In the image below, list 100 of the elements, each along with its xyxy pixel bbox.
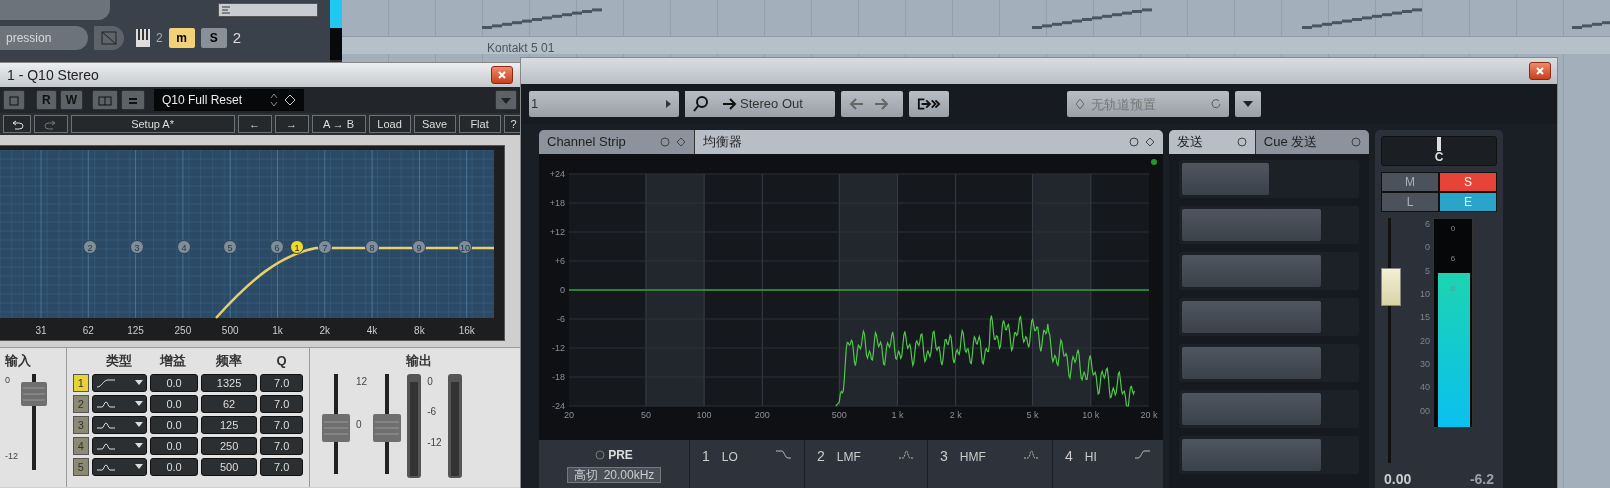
band-select-button[interactable]: 2	[73, 394, 89, 413]
y-axis-label: +12	[549, 227, 565, 237]
q-value[interactable]: 7.0	[260, 373, 303, 392]
channel-listen-button[interactable]: L	[1381, 192, 1439, 212]
filter-type-dropdown[interactable]	[91, 436, 148, 455]
band-number: 1	[702, 447, 710, 466]
gain-value[interactable]: 0.0	[150, 415, 198, 434]
channel-mute-button[interactable]: M	[1381, 172, 1439, 192]
cue-sends-tab[interactable]: Cue 发送	[1254, 130, 1369, 154]
filter-type-dropdown[interactable]	[91, 373, 148, 392]
band-select-button[interactable]: 5	[73, 457, 89, 476]
pan-control[interactable]: C	[1381, 136, 1497, 166]
dropdown-button[interactable]	[1235, 91, 1261, 117]
frequency-value[interactable]: 62	[200, 394, 258, 413]
band-name: LMF	[836, 449, 861, 466]
copy-icon	[9, 95, 19, 106]
diamond-icon	[1075, 98, 1085, 110]
status-led	[1151, 159, 1157, 165]
toolbar-button[interactable]: Flat	[458, 115, 501, 133]
filter-type-dropdown[interactable]	[91, 415, 148, 434]
sends-tab[interactable]: 发送	[1169, 130, 1255, 154]
field-label: 高切	[573, 468, 598, 482]
y-axis-label: +18	[549, 198, 565, 208]
toolbar-button[interactable]: A → B	[311, 115, 366, 133]
frequency-label: 31	[35, 325, 47, 336]
track-number: 2	[156, 30, 163, 47]
routing-value: 1	[531, 95, 540, 114]
y-axis-label: +6	[554, 256, 565, 266]
frequency-value[interactable]: 500	[200, 457, 258, 476]
q-value[interactable]: 7.0	[260, 457, 303, 476]
frequency-value[interactable]: 125	[200, 415, 258, 434]
track-icon[interactable]	[94, 26, 124, 50]
close-icon	[1536, 67, 1544, 75]
compare-button[interactable]	[92, 90, 118, 110]
channel-nav-buttons[interactable]	[841, 91, 903, 117]
pre-toggle[interactable]: PRE	[595, 446, 633, 464]
shelf-filter-icon	[775, 449, 792, 460]
band-name: HMF	[959, 449, 986, 466]
scale-label: -12	[5, 450, 18, 463]
preset-field[interactable]: 无轨道预置	[1067, 91, 1229, 117]
node-number: 9	[416, 242, 422, 253]
filter-type-dropdown[interactable]	[91, 457, 148, 476]
gain-value[interactable]: 0.0	[150, 457, 198, 476]
node-number: 8	[369, 242, 375, 253]
frequency-label: 8k	[414, 325, 425, 336]
scale-label: 5	[1424, 264, 1430, 278]
channel-solo-button[interactable]: S	[1439, 172, 1497, 192]
fader-thumb[interactable]	[1381, 267, 1401, 306]
routing-value: Stereo Out	[740, 95, 803, 114]
eq-tab[interactable]: 均衡器	[694, 130, 1163, 154]
output-routing-field[interactable]: Stereo Out	[715, 91, 835, 117]
caret-icon	[135, 401, 144, 406]
q-value[interactable]: 7.0	[260, 415, 303, 434]
frequency-value[interactable]: 1325	[200, 373, 258, 392]
high-cut-field[interactable]: 高切 20.00kHz	[566, 467, 662, 483]
solo-button[interactable]: S	[200, 28, 227, 48]
q-value[interactable]: 7.0	[260, 436, 303, 455]
column-header: 频率	[214, 352, 243, 370]
x-axis-label: 20	[564, 410, 574, 420]
y-axis-label: +24	[549, 169, 565, 179]
toolbar-button[interactable]: Load	[368, 115, 411, 133]
route-button[interactable]	[909, 91, 949, 117]
band-select-button[interactable]: 3	[73, 415, 89, 434]
node-number: 7	[322, 242, 328, 253]
list-field[interactable]	[218, 3, 318, 17]
undo-button[interactable]	[3, 115, 31, 133]
frequency-value[interactable]: 250	[200, 436, 258, 455]
x-axis-label: 2 k	[949, 410, 962, 420]
band-select-button[interactable]: 4	[73, 436, 89, 455]
reset-icon	[1211, 99, 1221, 109]
gain-value[interactable]: 0.0	[150, 436, 198, 455]
input-routing-field[interactable]: 1	[529, 91, 679, 117]
preset-field[interactable]: Q10 Full Reset	[154, 89, 304, 111]
close-button[interactable]	[1529, 62, 1551, 80]
mute-button[interactable]: m	[168, 28, 195, 48]
toolbar-button[interactable]: →	[274, 115, 309, 133]
toolbar-button[interactable]: ←	[237, 115, 272, 133]
caret-icon	[135, 422, 144, 427]
toolbar-button[interactable]: Save	[413, 115, 456, 133]
scale-label: -12	[427, 435, 442, 450]
toolbar-button[interactable]: ?	[503, 115, 523, 133]
scale-label: 00	[1419, 404, 1430, 418]
strip-tab[interactable]: Channel Strip	[539, 130, 694, 154]
band-select-button[interactable]: 1	[73, 373, 89, 392]
gain-value[interactable]: 0.0	[150, 394, 198, 413]
menu-button[interactable]	[121, 90, 145, 110]
peak-filter-icon	[1023, 449, 1040, 460]
search-button[interactable]	[685, 91, 717, 117]
q-value[interactable]: 7.0	[260, 394, 303, 413]
tab-label: 发送	[1177, 133, 1204, 152]
x-axis-label: 10 k	[1082, 410, 1100, 420]
close-button[interactable]	[491, 66, 513, 84]
band-name: LO	[721, 449, 738, 466]
gain-value[interactable]: 0.0	[150, 373, 198, 392]
filter-type-dropdown[interactable]	[91, 394, 148, 413]
scale-label: -6	[427, 405, 438, 419]
redo-button[interactable]	[34, 115, 68, 133]
column-header: Q	[275, 352, 288, 370]
arrow-left-icon	[849, 98, 863, 110]
toolbar-button[interactable]: Setup A*	[70, 115, 235, 133]
